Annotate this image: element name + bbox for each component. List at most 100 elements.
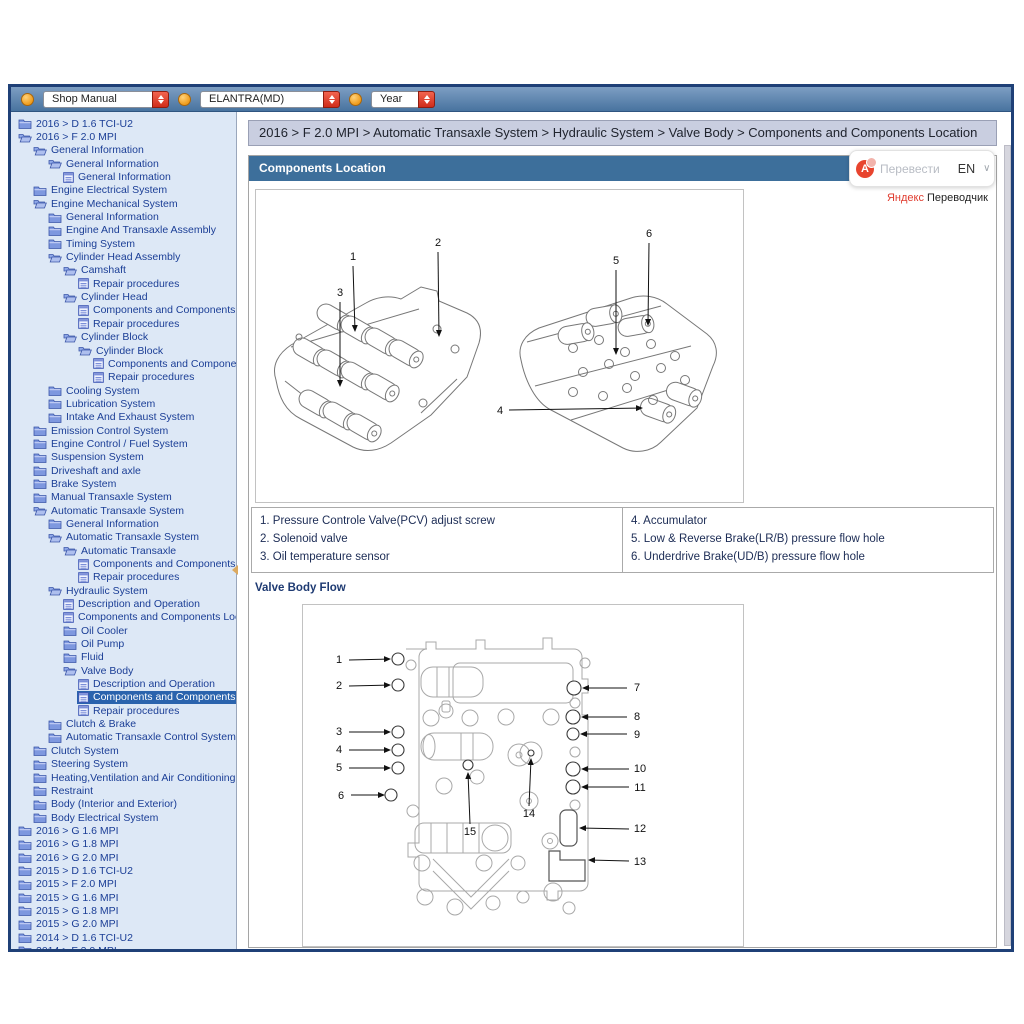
- tree-item[interactable]: 2015 > G 2.0 MPI: [11, 918, 236, 931]
- tree-item[interactable]: Valve Body: [11, 664, 236, 677]
- tree-item[interactable]: Repair procedures: [11, 704, 236, 717]
- tree-item[interactable]: 2014 > D 1.6 TCI-U2: [11, 931, 236, 944]
- tree-item-label: Cooling System: [66, 385, 140, 397]
- year-value: Year: [371, 91, 418, 108]
- callout-number: 11: [634, 782, 645, 794]
- tree-item[interactable]: 2015 > F 2.0 MPI: [11, 878, 236, 891]
- tree-item[interactable]: Clutch & Brake: [11, 717, 236, 730]
- tree-item[interactable]: Automatic Transaxle Control System: [11, 731, 236, 744]
- tree-item[interactable]: Fluid: [11, 651, 236, 664]
- top-toolbar: Shop Manual ELANTRA(MD) Year: [11, 87, 1011, 112]
- tree-item[interactable]: Description and Operation: [11, 677, 236, 690]
- tree-item[interactable]: 2016 > G 1.8 MPI: [11, 838, 236, 851]
- tree-item[interactable]: Cylinder Block: [11, 331, 236, 344]
- tree-item[interactable]: 2016 > G 2.0 MPI: [11, 851, 236, 864]
- tree-item[interactable]: Engine Electrical System: [11, 184, 236, 197]
- tree-item[interactable]: 2014 > F 2.0 MPI: [11, 944, 236, 949]
- tree-item[interactable]: Automatic Transaxle System: [11, 531, 236, 544]
- tree-item[interactable]: General Information: [11, 210, 236, 223]
- stepper-icon[interactable]: [323, 91, 340, 108]
- stepper-icon[interactable]: [152, 91, 169, 108]
- tree-item[interactable]: Components and Components Location: [11, 304, 236, 317]
- tree-item[interactable]: Steering System: [11, 758, 236, 771]
- tree-item[interactable]: General Information: [11, 157, 236, 170]
- tree-item[interactable]: 2015 > G 1.6 MPI: [11, 891, 236, 904]
- tree-item-label: 2016 > D 1.6 TCI-U2: [36, 118, 133, 130]
- tree-item[interactable]: Repair procedures: [11, 371, 236, 384]
- tree-item[interactable]: Engine Control / Fuel System: [11, 437, 236, 450]
- tree-item[interactable]: Cylinder Block: [11, 344, 236, 357]
- tree-item[interactable]: Cylinder Head Assembly: [11, 250, 236, 263]
- tree-item[interactable]: Brake System: [11, 477, 236, 490]
- tree-item[interactable]: Cooling System: [11, 384, 236, 397]
- tree-item[interactable]: Description and Operation: [11, 597, 236, 610]
- tree-item[interactable]: Suspension System: [11, 451, 236, 464]
- translate-widget[interactable]: A Перевести EN ∨: [849, 150, 995, 187]
- chevron-down-icon[interactable]: ∨: [983, 163, 990, 174]
- tree-item[interactable]: Repair procedures: [11, 571, 236, 584]
- content-area: 2016 > F 2.0 MPI > Automatic Transaxle S…: [238, 112, 1011, 949]
- tree-item[interactable]: Components and Components Location: [11, 691, 236, 704]
- tree-item[interactable]: Lubrication System: [11, 397, 236, 410]
- tree-item[interactable]: 2015 > D 1.6 TCI-U2: [11, 864, 236, 877]
- tree-item[interactable]: 2016 > F 2.0 MPI: [11, 130, 236, 143]
- document-icon: [78, 705, 89, 716]
- tree-item[interactable]: General Information: [11, 170, 236, 183]
- tree-item[interactable]: Clutch System: [11, 744, 236, 757]
- tree-item[interactable]: Driveshaft and axle: [11, 464, 236, 477]
- tree-item[interactable]: Intake And Exhaust System: [11, 411, 236, 424]
- scrollbar[interactable]: [1004, 145, 1011, 946]
- tree-item-label: 2016 > G 2.0 MPI: [36, 852, 119, 864]
- app-body: 2016 > D 1.6 TCI-U22016 > F 2.0 MPIGener…: [11, 112, 1011, 949]
- tree-item-label: 2015 > G 1.6 MPI: [36, 892, 119, 904]
- tree-item[interactable]: Restraint: [11, 784, 236, 797]
- tree-item[interactable]: General Information: [11, 517, 236, 530]
- tree-item[interactable]: Engine And Transaxle Assembly: [11, 224, 236, 237]
- status-led-icon: [21, 93, 34, 106]
- callout-number: 6: [646, 228, 652, 240]
- tree-item[interactable]: Heating,Ventilation and Air Conditioning: [11, 771, 236, 784]
- tree-item[interactable]: Components and Components Location: [11, 557, 236, 570]
- tree-item[interactable]: Automatic Transaxle System: [11, 504, 236, 517]
- folder-icon: [18, 118, 32, 129]
- tree-item[interactable]: Body (Interior and Exterior): [11, 798, 236, 811]
- tree-item[interactable]: Components and Components Location: [11, 611, 236, 624]
- year-select[interactable]: Year: [371, 91, 435, 108]
- tree-item[interactable]: Oil Cooler: [11, 624, 236, 637]
- tree-item-label: Fluid: [81, 651, 104, 663]
- callout-number: 4: [336, 744, 342, 756]
- tree-item[interactable]: Hydraulic System: [11, 584, 236, 597]
- tree-item[interactable]: Oil Pump: [11, 637, 236, 650]
- tree-item[interactable]: 2016 > D 1.6 TCI-U2: [11, 117, 236, 130]
- tree-item[interactable]: Manual Transaxle System: [11, 491, 236, 504]
- tree-item[interactable]: General Information: [11, 144, 236, 157]
- document-icon: [78, 679, 89, 690]
- callout-number: 13: [634, 856, 646, 868]
- model-select[interactable]: ELANTRA(MD): [200, 91, 340, 108]
- tree-item[interactable]: 2016 > G 1.6 MPI: [11, 824, 236, 837]
- tree-item-label: Body Electrical System: [51, 812, 158, 824]
- callout-line: [349, 685, 390, 686]
- language-select[interactable]: EN: [952, 162, 977, 176]
- folder-icon: [33, 425, 47, 436]
- tree-item[interactable]: Components and Components Location: [11, 357, 236, 370]
- tree-item[interactable]: Automatic Transaxle: [11, 544, 236, 557]
- folder-icon: [18, 905, 32, 916]
- folder-icon: [63, 652, 77, 663]
- tree-item[interactable]: Repair procedures: [11, 317, 236, 330]
- manual-type-select[interactable]: Shop Manual: [43, 91, 169, 108]
- tree-item[interactable]: Cylinder Head: [11, 290, 236, 303]
- translate-button[interactable]: Перевести: [880, 162, 940, 176]
- folder-icon: [18, 892, 32, 903]
- tree-item[interactable]: Repair procedures: [11, 277, 236, 290]
- tree-item[interactable]: Camshaft: [11, 264, 236, 277]
- folder-icon: [33, 772, 47, 783]
- callout-number: 14: [523, 808, 535, 820]
- tree-item[interactable]: Body Electrical System: [11, 811, 236, 824]
- tree-item[interactable]: 2015 > G 1.8 MPI: [11, 904, 236, 917]
- navigation-tree: 2016 > D 1.6 TCI-U22016 > F 2.0 MPIGener…: [11, 112, 237, 949]
- tree-item[interactable]: Engine Mechanical System: [11, 197, 236, 210]
- tree-item[interactable]: Emission Control System: [11, 424, 236, 437]
- stepper-icon[interactable]: [418, 91, 435, 108]
- tree-item[interactable]: Timing System: [11, 237, 236, 250]
